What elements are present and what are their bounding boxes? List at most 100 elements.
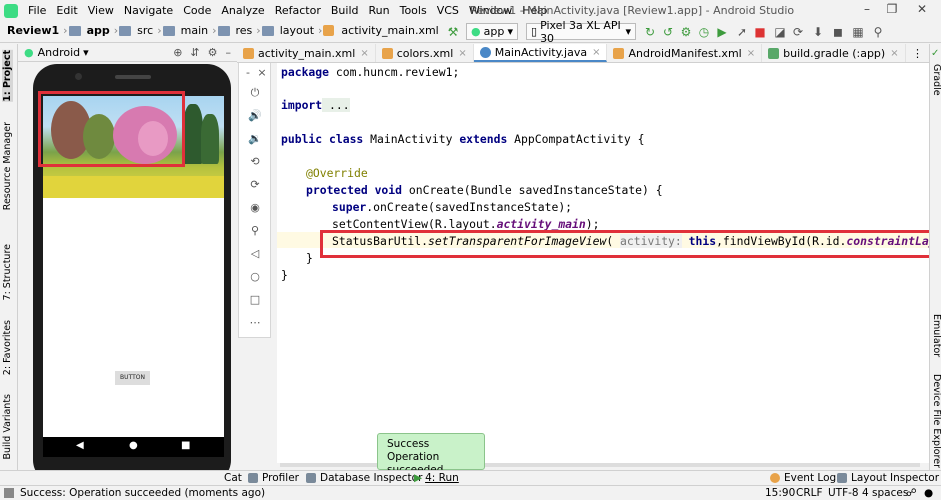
file-encoding[interactable]: UTF-8 xyxy=(828,487,859,499)
menu-tools[interactable]: Tools xyxy=(395,4,432,17)
tab-activity-main-xml[interactable]: activity_main.xml × xyxy=(237,44,376,62)
breadcrumb-app[interactable]: app xyxy=(84,24,113,37)
rotate-left-icon[interactable]: ⟲ xyxy=(247,154,263,170)
close-icon[interactable]: ✕ xyxy=(910,2,934,18)
rotate-right-icon[interactable]: ⟳ xyxy=(247,177,263,193)
close-icon[interactable]: × xyxy=(458,48,466,59)
tool-layout-inspector[interactable]: Layout Inspector xyxy=(837,472,939,484)
tool-profiler[interactable]: Profiler xyxy=(248,472,299,484)
more-icon[interactable]: ⋯ xyxy=(247,315,263,331)
project-view-select[interactable]: Android xyxy=(38,46,81,59)
camera-icon[interactable]: ◉ xyxy=(247,200,263,216)
recents-icon[interactable]: ■ xyxy=(181,440,190,451)
tab-gradle[interactable]: Gradle xyxy=(931,64,941,96)
tab-device-file-explorer[interactable]: Device File Explorer xyxy=(931,374,941,468)
menu-vcs[interactable]: VCS xyxy=(432,4,464,17)
volume-up-icon[interactable]: 🔊 xyxy=(247,108,263,124)
tab-resource-manager[interactable]: Resource Manager xyxy=(2,122,13,210)
tab-overflow-icon[interactable]: ⋮ xyxy=(912,47,923,60)
tab-build-gradle[interactable]: build.gradle (:app) × xyxy=(762,44,906,62)
tab-build-variants[interactable]: Build Variants xyxy=(2,394,13,460)
run-config-select[interactable]: ● app ▾ xyxy=(466,23,518,40)
indent-setting[interactable]: 4 spaces xyxy=(862,487,908,499)
menu-code[interactable]: Code xyxy=(178,4,216,17)
tab-emulator[interactable]: Emulator xyxy=(931,314,941,357)
tool-window-toggle-icon[interactable] xyxy=(4,488,14,498)
minimize-icon[interactable]: - xyxy=(243,65,253,81)
horizontal-scrollbar[interactable] xyxy=(280,463,920,467)
phone-button[interactable]: BUTTON xyxy=(115,371,150,385)
tool-label: Cat xyxy=(224,472,242,484)
menu-analyze[interactable]: Analyze xyxy=(216,4,269,17)
lock-icon[interactable]: ☍ xyxy=(906,487,917,499)
notifications-icon[interactable]: ● xyxy=(924,487,933,499)
power-icon[interactable]: ⏻ xyxy=(247,85,263,101)
breadcrumb-project[interactable]: Review1 xyxy=(4,24,62,37)
device-manager-icon[interactable]: ◪ xyxy=(772,24,788,40)
menu-edit[interactable]: Edit xyxy=(51,4,82,17)
tool-label: Layout Inspector xyxy=(851,472,940,484)
tool-logcat[interactable]: Cat xyxy=(224,472,242,484)
status-message[interactable]: Success: Operation succeeded (moments ag… xyxy=(20,487,265,499)
breadcrumb-res[interactable]: res xyxy=(233,24,256,37)
collapse-icon[interactable]: ⇵ xyxy=(190,46,199,59)
tool-run[interactable]: ▶ 4: Run xyxy=(414,472,459,484)
breadcrumb-src[interactable]: src xyxy=(134,24,156,37)
breadcrumb-main[interactable]: main xyxy=(178,24,211,37)
profile-icon[interactable]: ◷ xyxy=(696,24,712,40)
back-icon[interactable]: ◁ xyxy=(247,246,263,262)
apply-changes-icon[interactable]: ↺ xyxy=(660,24,676,40)
avd-manager-icon[interactable]: ◼ xyxy=(830,24,846,40)
line-separator[interactable]: CRLF xyxy=(796,487,823,499)
rerun-icon[interactable]: ↻ xyxy=(642,24,658,40)
tab-project[interactable]: 1: Project xyxy=(2,50,13,102)
tab-colors-xml[interactable]: colors.xml × xyxy=(376,44,474,62)
home-icon[interactable]: ○ xyxy=(247,269,263,285)
breadcrumb-file[interactable]: activity_main.xml xyxy=(338,24,441,37)
close-icon[interactable]: × xyxy=(890,48,898,59)
menu-navigate[interactable]: Navigate xyxy=(119,4,178,17)
menu-build[interactable]: Build xyxy=(326,4,364,17)
back-icon[interactable]: ◀ xyxy=(76,440,84,451)
debug-icon[interactable]: ⚙ xyxy=(678,24,694,40)
success-notification[interactable]: Success Operation succeeded xyxy=(377,433,485,476)
hide-icon[interactable]: – xyxy=(226,46,232,59)
coverage-icon[interactable]: ▶ xyxy=(714,24,730,40)
tab-android-manifest[interactable]: AndroidManifest.xml × xyxy=(607,44,763,62)
home-icon[interactable]: ● xyxy=(129,440,138,451)
close-icon[interactable]: × xyxy=(747,48,755,59)
search-icon[interactable]: ⚲ xyxy=(870,24,886,40)
code-content[interactable]: package com.huncm.review1; import ... pu… xyxy=(277,63,941,463)
close-icon[interactable]: × xyxy=(592,47,600,58)
chevron-down-icon[interactable]: ▾ xyxy=(83,46,89,59)
sync-icon[interactable]: ⟳ xyxy=(790,24,806,40)
layout-inspector-icon[interactable]: ▦ xyxy=(850,24,866,40)
tab-main-activity-java[interactable]: MainActivity.java × xyxy=(473,44,608,62)
attach-debugger-icon[interactable]: ➚ xyxy=(734,24,750,40)
tool-database-inspector[interactable]: Database Inspector xyxy=(306,472,422,484)
overview-icon[interactable]: □ xyxy=(247,292,263,308)
menu-view[interactable]: View xyxy=(83,4,119,17)
gear-icon[interactable]: ⚙ xyxy=(208,46,218,59)
sdk-manager-icon[interactable]: ⬇ xyxy=(810,24,826,40)
stop-icon[interactable]: ■ xyxy=(752,24,768,40)
menu-file[interactable]: File xyxy=(23,4,51,17)
target-icon[interactable]: ⊕ xyxy=(173,46,182,59)
menu-run[interactable]: Run xyxy=(364,4,395,17)
close-icon[interactable]: × xyxy=(360,48,368,59)
hammer-build-icon[interactable]: ⚒ xyxy=(445,24,461,40)
volume-down-icon[interactable]: 🔉 xyxy=(247,131,263,147)
device-select[interactable]: ▯ Pixel 3a XL API 30 ▾ xyxy=(526,19,636,45)
close-icon[interactable]: × xyxy=(257,65,267,81)
caret-position[interactable]: 15:90 xyxy=(765,487,795,499)
xml-file-icon xyxy=(323,25,335,36)
tab-favorites[interactable]: 2: Favorites xyxy=(2,320,13,375)
code-line-7: @Override xyxy=(306,166,368,180)
tab-structure[interactable]: 7: Structure xyxy=(2,244,13,300)
menu-refactor[interactable]: Refactor xyxy=(270,4,326,17)
tool-event-log[interactable]: Event Log xyxy=(770,472,836,484)
breadcrumb-layout[interactable]: layout xyxy=(277,24,317,37)
zoom-icon[interactable]: ⚲ xyxy=(247,223,263,239)
maximize-icon[interactable]: ❐ xyxy=(880,2,904,18)
minimize-icon[interactable]: – xyxy=(855,2,879,18)
